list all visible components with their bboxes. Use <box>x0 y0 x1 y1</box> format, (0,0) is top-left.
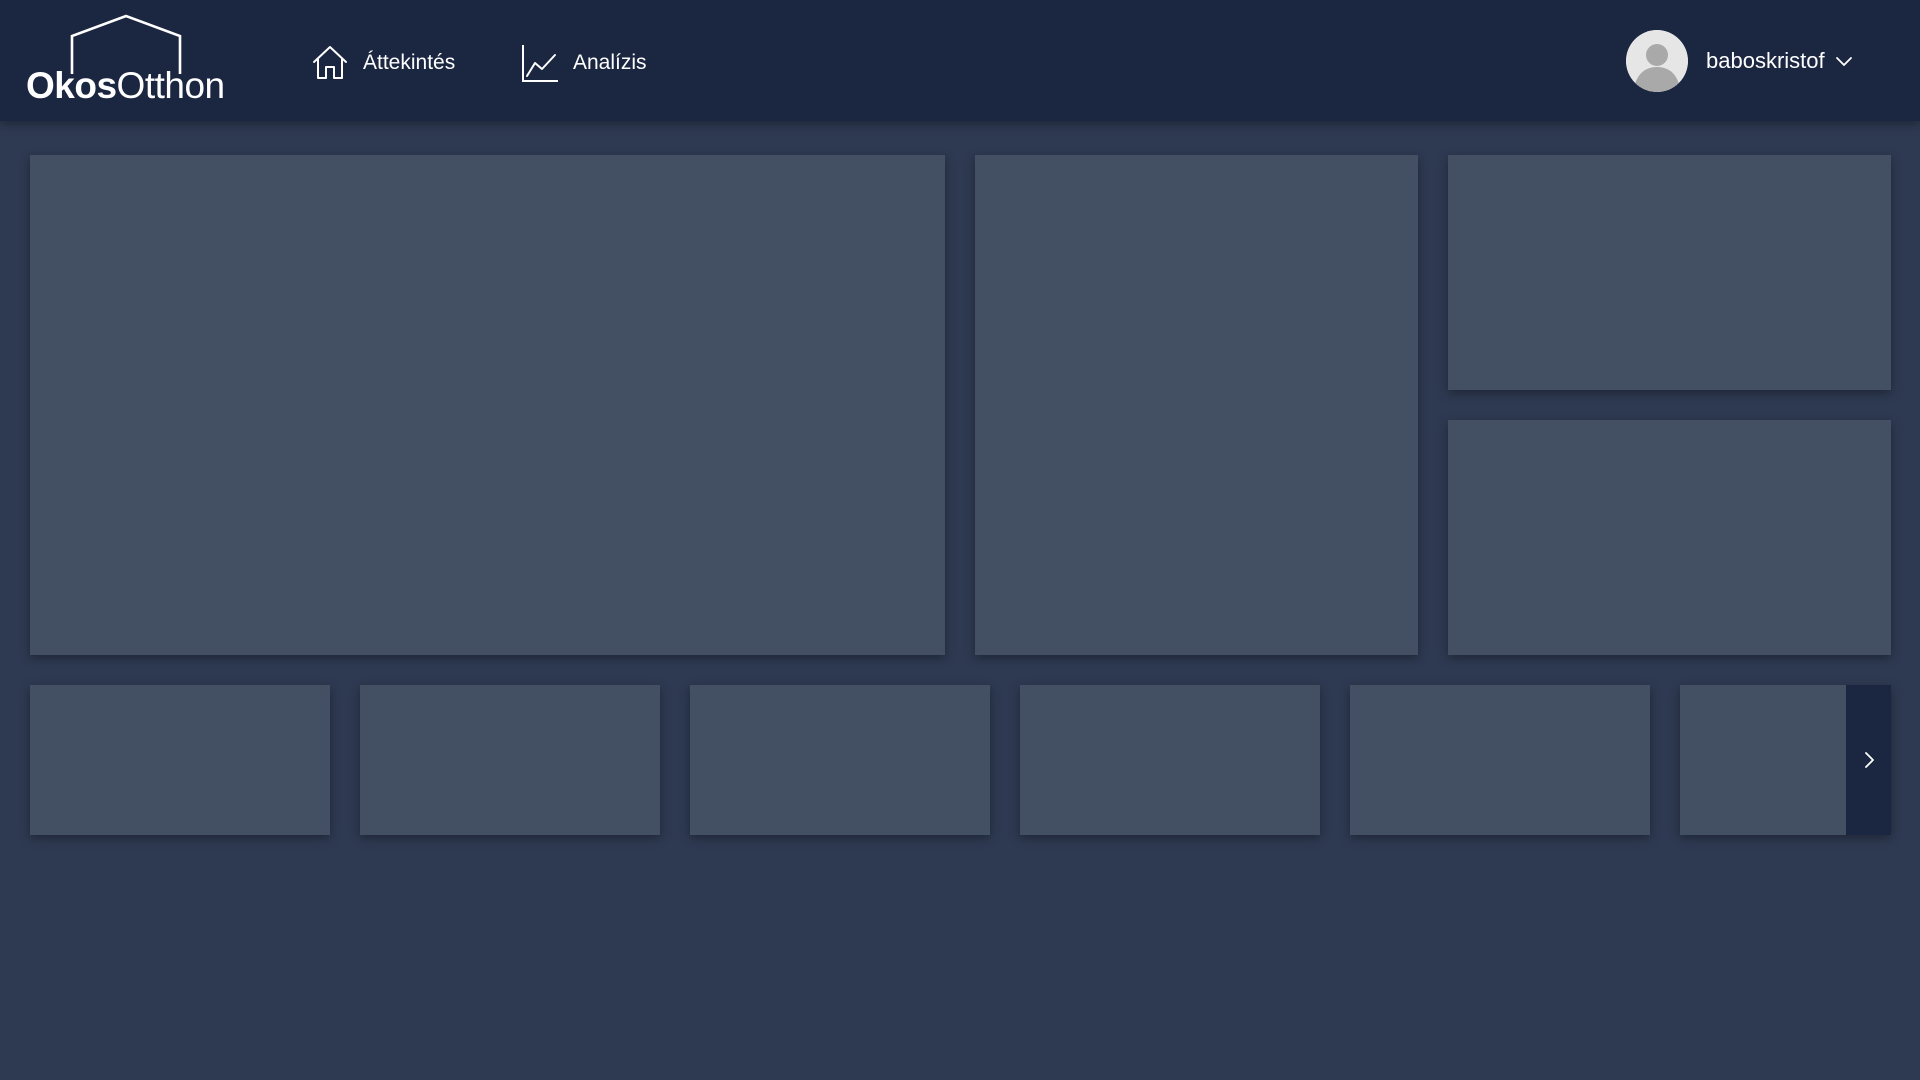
nav-item-analysis[interactable]: Analízis <box>521 38 647 88</box>
okosotthon-logo[interactable]: OkosOtthon <box>26 14 226 114</box>
dashboard-card-right-bottom <box>1448 420 1891 655</box>
device-tile[interactable] <box>1350 685 1650 835</box>
chevron-down-icon[interactable] <box>1835 55 1853 67</box>
device-tile[interactable] <box>360 685 660 835</box>
logo-text-bold: Okos <box>26 65 117 106</box>
dashboard-card-right-top <box>1448 155 1891 390</box>
chevron-right-icon <box>1864 752 1874 768</box>
device-tile[interactable] <box>690 685 990 835</box>
user-menu[interactable]: baboskristof <box>1626 30 1853 92</box>
device-tile[interactable] <box>1020 685 1320 835</box>
tiles-next-button[interactable] <box>1846 685 1891 835</box>
nav-item-analysis-label: Analízis <box>573 51 647 74</box>
line-chart-icon <box>522 45 558 82</box>
logo-text-thin: Otthon <box>116 65 226 106</box>
user-avatar-icon <box>1626 30 1688 92</box>
nav-item-overview[interactable]: Áttekintés <box>311 38 455 88</box>
username: baboskristof <box>1706 48 1825 73</box>
home-icon <box>313 46 347 79</box>
device-tile[interactable] <box>30 685 330 835</box>
logo-wordmark: OkosOtthon <box>26 67 225 104</box>
dashboard-card-center <box>975 155 1418 655</box>
top-navigation-bar: OkosOtthon Áttekintés Analízis baboskris… <box>0 0 1920 121</box>
nav-item-overview-label: Áttekintés <box>363 51 456 74</box>
dashboard-card-main <box>30 155 945 655</box>
